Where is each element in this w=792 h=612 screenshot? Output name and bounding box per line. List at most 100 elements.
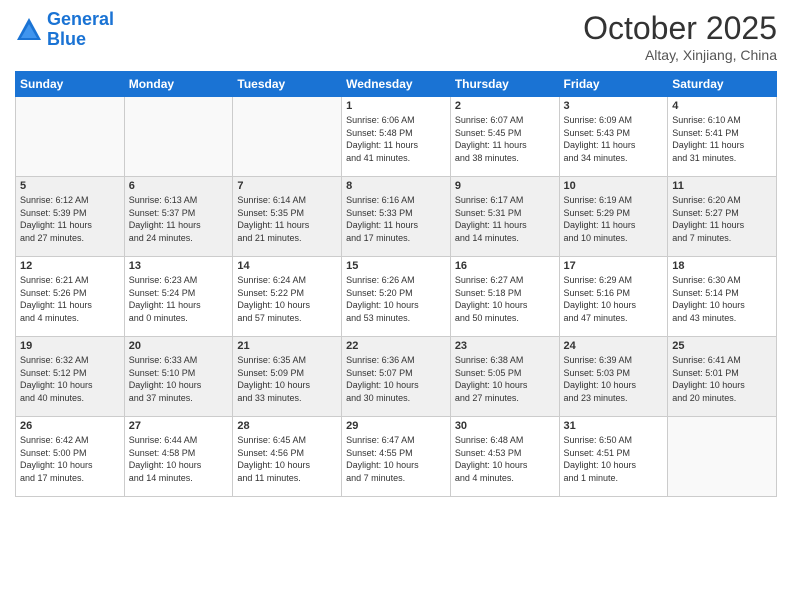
day-number: 11: [672, 180, 772, 192]
day-info: Sunrise: 6:12 AM Sunset: 5:39 PM Dayligh…: [20, 194, 120, 244]
empty-cell: [16, 97, 125, 177]
day-number: 10: [564, 180, 664, 192]
week-row-2: 5 Sunrise: 6:12 AM Sunset: 5:39 PM Daylig…: [16, 177, 777, 257]
day-number: 2: [455, 100, 555, 112]
day-info: Sunrise: 6:45 AM Sunset: 4:56 PM Dayligh…: [237, 434, 337, 484]
day-info: Sunrise: 6:06 AM Sunset: 5:48 PM Dayligh…: [346, 114, 446, 164]
day-number: 17: [564, 260, 664, 272]
day-cell-25: 25 Sunrise: 6:41 AM Sunset: 5:01 PM Dayli…: [668, 337, 777, 417]
location: Altay, Xinjiang, China: [583, 47, 777, 63]
day-cell-9: 9Sunrise: 6:17 AM Sunset: 5:31 PM Daylig…: [450, 177, 559, 257]
day-number: 12: [20, 260, 120, 272]
weekday-monday: Monday: [124, 72, 233, 97]
day-cell-10: 10 Sunrise: 6:19 AM Sunset: 5:29 PM Dayli…: [559, 177, 668, 257]
day-number: 22: [346, 340, 446, 352]
day-number: 4: [672, 100, 772, 112]
day-number: 28: [237, 420, 337, 432]
day-number: 31: [564, 420, 664, 432]
day-number: 16: [455, 260, 555, 272]
day-cell-21: 21 Sunrise: 6:35 AM Sunset: 5:09 PM Dayli…: [233, 337, 342, 417]
day-cell-13: 13 Sunrise: 6:23 AM Sunset: 5:24 PM Dayli…: [124, 257, 233, 337]
day-info: Sunrise: 6:33 AM Sunset: 5:10 PM Dayligh…: [129, 354, 229, 404]
day-info: Sunrise: 6:32 AM Sunset: 5:12 PM Dayligh…: [20, 354, 120, 404]
week-row-1: 1Sunrise: 6:06 AM Sunset: 5:48 PM Daylig…: [16, 97, 777, 177]
day-cell-7: 7 Sunrise: 6:14 AM Sunset: 5:35 PM Daylig…: [233, 177, 342, 257]
day-cell-29: 29Sunrise: 6:47 AM Sunset: 4:55 PM Dayli…: [342, 417, 451, 497]
day-number: 7: [237, 180, 337, 192]
day-info: Sunrise: 6:36 AM Sunset: 5:07 PM Dayligh…: [346, 354, 446, 404]
day-cell-3: 3Sunrise: 6:09 AM Sunset: 5:43 PM Daylig…: [559, 97, 668, 177]
day-cell-8: 8 Sunrise: 6:16 AM Sunset: 5:33 PM Daylig…: [342, 177, 451, 257]
day-info: Sunrise: 6:50 AM Sunset: 4:51 PM Dayligh…: [564, 434, 664, 484]
week-row-5: 26Sunrise: 6:42 AM Sunset: 5:00 PM Dayli…: [16, 417, 777, 497]
day-info: Sunrise: 6:23 AM Sunset: 5:24 PM Dayligh…: [129, 274, 229, 324]
day-number: 30: [455, 420, 555, 432]
weekday-tuesday: Tuesday: [233, 72, 342, 97]
day-cell-12: 12Sunrise: 6:21 AM Sunset: 5:26 PM Dayli…: [16, 257, 125, 337]
day-number: 25: [672, 340, 772, 352]
day-number: 19: [20, 340, 120, 352]
day-cell-18: 18Sunrise: 6:30 AM Sunset: 5:14 PM Dayli…: [668, 257, 777, 337]
day-number: 5: [20, 180, 120, 192]
logo-text: General Blue: [47, 10, 114, 50]
day-info: Sunrise: 6:07 AM Sunset: 5:45 PM Dayligh…: [455, 114, 555, 164]
day-cell-27: 27Sunrise: 6:44 AM Sunset: 4:58 PM Dayli…: [124, 417, 233, 497]
day-cell-1: 1Sunrise: 6:06 AM Sunset: 5:48 PM Daylig…: [342, 97, 451, 177]
day-cell-6: 6Sunrise: 6:13 AM Sunset: 5:37 PM Daylig…: [124, 177, 233, 257]
day-info: Sunrise: 6:19 AM Sunset: 5:29 PM Dayligh…: [564, 194, 664, 244]
day-cell-30: 30 Sunrise: 6:48 AM Sunset: 4:53 PM Dayli…: [450, 417, 559, 497]
day-number: 15: [346, 260, 446, 272]
day-info: Sunrise: 6:17 AM Sunset: 5:31 PM Dayligh…: [455, 194, 555, 244]
day-cell-14: 14 Sunrise: 6:24 AM Sunset: 5:22 PM Dayli…: [233, 257, 342, 337]
day-cell-26: 26Sunrise: 6:42 AM Sunset: 5:00 PM Dayli…: [16, 417, 125, 497]
day-number: 6: [129, 180, 229, 192]
logo: General Blue: [15, 10, 114, 50]
day-number: 13: [129, 260, 229, 272]
day-cell-15: 15Sunrise: 6:26 AM Sunset: 5:20 PM Dayli…: [342, 257, 451, 337]
day-number: 24: [564, 340, 664, 352]
day-cell-16: 16 Sunrise: 6:27 AM Sunset: 5:18 PM Dayli…: [450, 257, 559, 337]
day-info: Sunrise: 6:35 AM Sunset: 5:09 PM Dayligh…: [237, 354, 337, 404]
day-cell-23: 23Sunrise: 6:38 AM Sunset: 5:05 PM Dayli…: [450, 337, 559, 417]
day-number: 20: [129, 340, 229, 352]
day-number: 3: [564, 100, 664, 112]
day-cell-17: 17 Sunrise: 6:29 AM Sunset: 5:16 PM Dayli…: [559, 257, 668, 337]
day-cell-5: 5 Sunrise: 6:12 AM Sunset: 5:39 PM Daylig…: [16, 177, 125, 257]
day-info: Sunrise: 6:30 AM Sunset: 5:14 PM Dayligh…: [672, 274, 772, 324]
day-cell-28: 28 Sunrise: 6:45 AM Sunset: 4:56 PM Dayli…: [233, 417, 342, 497]
day-info: Sunrise: 6:14 AM Sunset: 5:35 PM Dayligh…: [237, 194, 337, 244]
day-info: Sunrise: 6:39 AM Sunset: 5:03 PM Dayligh…: [564, 354, 664, 404]
day-number: 8: [346, 180, 446, 192]
day-info: Sunrise: 6:16 AM Sunset: 5:33 PM Dayligh…: [346, 194, 446, 244]
weekday-header-row: SundayMondayTuesdayWednesdayThursdayFrid…: [16, 72, 777, 97]
day-info: Sunrise: 6:24 AM Sunset: 5:22 PM Dayligh…: [237, 274, 337, 324]
day-number: 14: [237, 260, 337, 272]
day-info: Sunrise: 6:38 AM Sunset: 5:05 PM Dayligh…: [455, 354, 555, 404]
logo-line1: General: [47, 9, 114, 29]
day-info: Sunrise: 6:41 AM Sunset: 5:01 PM Dayligh…: [672, 354, 772, 404]
empty-cell: [233, 97, 342, 177]
day-number: 27: [129, 420, 229, 432]
day-info: Sunrise: 6:48 AM Sunset: 4:53 PM Dayligh…: [455, 434, 555, 484]
title-block: October 2025 Altay, Xinjiang, China: [583, 10, 777, 63]
week-row-3: 12Sunrise: 6:21 AM Sunset: 5:26 PM Dayli…: [16, 257, 777, 337]
day-number: 29: [346, 420, 446, 432]
day-cell-4: 4 Sunrise: 6:10 AM Sunset: 5:41 PM Daylig…: [668, 97, 777, 177]
weekday-friday: Friday: [559, 72, 668, 97]
day-number: 26: [20, 420, 120, 432]
day-number: 21: [237, 340, 337, 352]
weekday-thursday: Thursday: [450, 72, 559, 97]
day-info: Sunrise: 6:27 AM Sunset: 5:18 PM Dayligh…: [455, 274, 555, 324]
empty-cell: [124, 97, 233, 177]
logo-line2: Blue: [47, 29, 86, 49]
week-row-4: 19 Sunrise: 6:32 AM Sunset: 5:12 PM Dayli…: [16, 337, 777, 417]
day-info: Sunrise: 6:10 AM Sunset: 5:41 PM Dayligh…: [672, 114, 772, 164]
weekday-saturday: Saturday: [668, 72, 777, 97]
day-cell-31: 31 Sunrise: 6:50 AM Sunset: 4:51 PM Dayli…: [559, 417, 668, 497]
month-title: October 2025: [583, 10, 777, 47]
day-info: Sunrise: 6:29 AM Sunset: 5:16 PM Dayligh…: [564, 274, 664, 324]
weekday-sunday: Sunday: [16, 72, 125, 97]
page-header: General Blue October 2025 Altay, Xinjian…: [15, 10, 777, 63]
calendar: SundayMondayTuesdayWednesdayThursdayFrid…: [15, 71, 777, 497]
day-cell-19: 19 Sunrise: 6:32 AM Sunset: 5:12 PM Dayli…: [16, 337, 125, 417]
